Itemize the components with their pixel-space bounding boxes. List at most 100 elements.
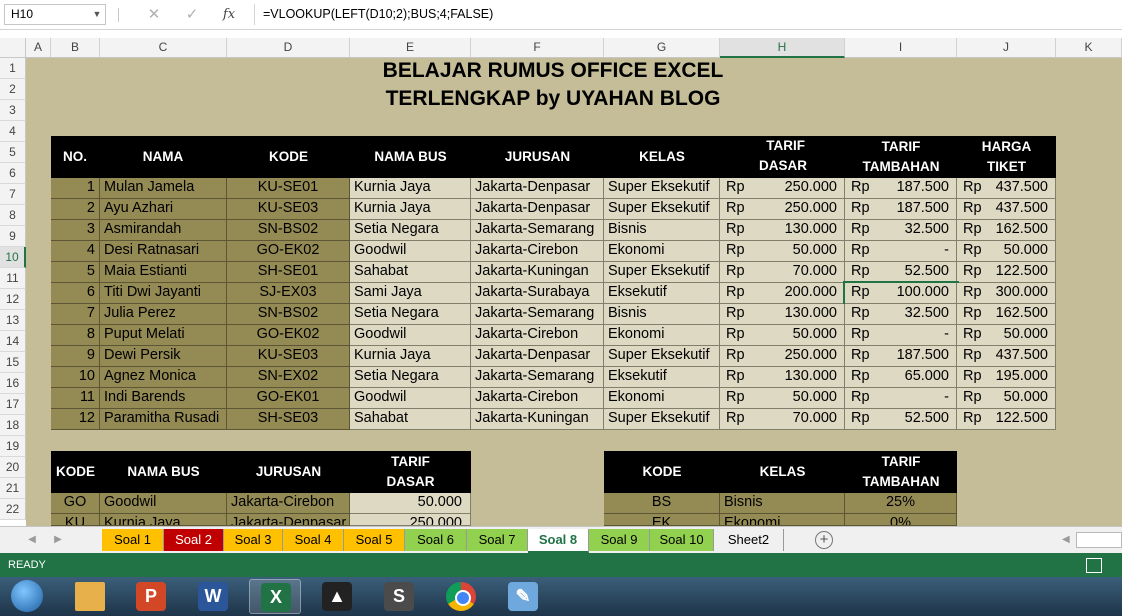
row-header-4[interactable]: 4 [0,121,26,142]
cell-nama[interactable]: Asmirandah [100,220,227,241]
cell-tarif-dasar[interactable]: Rp 50.000 [720,241,845,262]
cell-nama-bus[interactable]: Sahabat [350,262,471,283]
cell-no[interactable]: 4 [51,241,100,262]
cell-tarif-tambahan[interactable]: Rp 187.500 [845,346,957,367]
class-cell-kelas[interactable]: Ekonomi [720,514,845,526]
cell-nama[interactable]: Maia Estianti [100,262,227,283]
cell-jurusan[interactable]: Jakarta-Cirebon [471,241,604,262]
cell-harga-tiket[interactable]: Rp 437.500 [957,199,1056,220]
column-header-a[interactable]: A [26,38,51,58]
row-header-3[interactable]: 3 [0,100,26,121]
cell-kelas[interactable]: Super Eksekutif [604,346,720,367]
cell-kode[interactable]: KU-SE03 [227,199,350,220]
column-header-c[interactable]: C [100,38,227,58]
normal-view-icon[interactable] [1086,558,1102,573]
cell-kode[interactable]: SN-EX02 [227,367,350,388]
cell-harga-tiket[interactable]: Rp 162.500 [957,304,1056,325]
cell-tarif-dasar[interactable]: Rp 130.000 [720,304,845,325]
cell-tarif-tambahan[interactable]: Rp 52.500 [845,262,957,283]
cell-jurusan[interactable]: Jakarta-Semarang [471,367,604,388]
cell-nama[interactable]: Titi Dwi Jayanti [100,283,227,304]
formula-input[interactable]: =VLOOKUP(LEFT(D10;2);BUS;4;FALSE) [254,4,1122,25]
cell-tarif-tambahan[interactable]: Rp 100.000 [843,281,959,306]
cell-tarif-tambahan[interactable]: Rp - [845,241,957,262]
sheet-tab-soal-7[interactable]: Soal 7 [467,529,528,551]
excel-taskbar-button[interactable]: X [249,579,301,614]
cell-nama[interactable]: Indi Barends [100,388,227,409]
row-header-17[interactable]: 17 [0,394,26,415]
column-header-h[interactable]: H [720,38,845,58]
cell-harga-tiket[interactable]: Rp 300.000 [957,283,1056,304]
cell-nama[interactable]: Dewi Persik [100,346,227,367]
cell-jurusan[interactable]: Jakarta-Surabaya [471,283,604,304]
bus-cell-jurusan[interactable]: Jakarta-Cirebon [227,493,350,514]
bus-cell-nama[interactable]: Goodwil [100,493,227,514]
cell-nama-bus[interactable]: Sahabat [350,409,471,430]
cell-kelas[interactable]: Ekonomi [604,241,720,262]
column-header-i[interactable]: I [845,38,957,58]
row-header-11[interactable]: 11 [0,268,26,289]
row-header-10[interactable]: 10 [0,247,26,268]
cell-kelas[interactable]: Super Eksekutif [604,262,720,283]
cell-tarif-dasar[interactable]: Rp 70.000 [720,409,845,430]
cell-nama[interactable]: Julia Perez [100,304,227,325]
bus-cell-jurusan[interactable]: Jakarta-Denpasar [227,514,350,526]
cell-jurusan[interactable]: Jakarta-Kuningan [471,409,604,430]
cell-jurusan[interactable]: Jakarta-Semarang [471,220,604,241]
cell-tarif-tambahan[interactable]: Rp 187.500 [845,199,957,220]
row-header-7[interactable]: 7 [0,184,26,205]
cell-kode[interactable]: SH-SE01 [227,262,350,283]
cell-kelas[interactable]: Eksekutif [604,367,720,388]
horizontal-scrollbar[interactable] [1076,532,1122,548]
bus-cell-tarif[interactable]: 50.000 [350,493,471,514]
cell-harga-tiket[interactable]: Rp 162.500 [957,220,1056,241]
cell-kode[interactable]: GO-EK01 [227,388,350,409]
cell-nama[interactable]: Desi Ratnasari [100,241,227,262]
sheet-tab-soal-8[interactable]: Soal 8 [528,529,589,553]
cell-nama-bus[interactable]: Setia Negara [350,367,471,388]
class-cell-tambahan[interactable]: 0% [845,514,957,526]
sheet-tab-sheet2[interactable]: Sheet2 [714,529,784,551]
cell-tarif-dasar[interactable]: Rp 250.000 [720,199,845,220]
cell-kelas[interactable]: Ekonomi [604,388,720,409]
bus-cell-kode[interactable]: GO [51,493,100,514]
sheet-tab-soal-2[interactable]: Soal 2 [164,529,224,551]
cell-nama-bus[interactable]: Kurnia Jaya [350,178,471,199]
cell-nama-bus[interactable]: Goodwil [350,388,471,409]
column-header-j[interactable]: J [957,38,1056,58]
cell-no[interactable]: 5 [51,262,100,283]
scroll-left-icon[interactable]: ◀ [1062,533,1074,547]
cell-kelas[interactable]: Eksekutif [604,283,720,304]
cell-kode[interactable]: KU-SE03 [227,346,350,367]
class-cell-kode[interactable]: EK [604,514,720,526]
cell-tarif-tambahan[interactable]: Rp 32.500 [845,220,957,241]
cell-no[interactable]: 10 [51,367,100,388]
cell-no[interactable]: 8 [51,325,100,346]
class-cell-kelas[interactable]: Bisnis [720,493,845,514]
cell-harga-tiket[interactable]: Rp 50.000 [957,388,1056,409]
insert-function-icon[interactable]: fx [218,5,240,25]
cell-jurusan[interactable]: Jakarta-Cirebon [471,325,604,346]
row-header-5[interactable]: 5 [0,142,26,163]
cell-nama[interactable]: Puput Melati [100,325,227,346]
chrome-taskbar-button[interactable] [435,579,487,614]
cell-nama[interactable]: Ayu Azhari [100,199,227,220]
cell-kelas[interactable]: Super Eksekutif [604,409,720,430]
powerpoint-taskbar-button[interactable]: P [125,579,177,614]
row-header-2[interactable]: 2 [0,79,26,100]
sheet-tab-soal-10[interactable]: Soal 10 [650,529,714,551]
cell-tarif-dasar[interactable]: Rp 50.000 [720,325,845,346]
cell-nama-bus[interactable]: Kurnia Jaya [350,199,471,220]
previous-sheet-icon[interactable]: ◀ [24,532,40,548]
cell-tarif-dasar[interactable]: Rp 130.000 [720,220,845,241]
cell-nama[interactable]: Agnez Monica [100,367,227,388]
column-header-b[interactable]: B [51,38,100,58]
cell-kelas[interactable]: Bisnis [604,304,720,325]
column-header-g[interactable]: G [604,38,720,58]
bus-cell-nama[interactable]: Kurnia Jaya [100,514,227,526]
cell-tarif-tambahan[interactable]: Rp - [845,325,957,346]
bus-cell-tarif[interactable]: 250.000 [350,514,471,526]
cell-harga-tiket[interactable]: Rp 122.500 [957,262,1056,283]
class-cell-tambahan[interactable]: 25% [845,493,957,514]
cell-tarif-dasar[interactable]: Rp 70.000 [720,262,845,283]
